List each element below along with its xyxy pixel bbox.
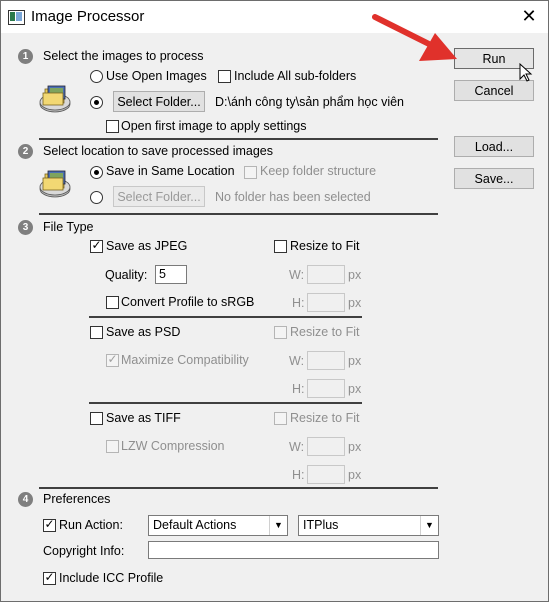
keep-folder-structure-label: Keep folder structure — [260, 164, 377, 178]
load-button[interactable]: Load... — [454, 136, 534, 157]
title-bar: Image Processor ✕ — [1, 1, 548, 33]
save-as-psd-label: Save as PSD — [106, 325, 181, 339]
filetype-divider — [89, 316, 362, 318]
jpeg-resize-checkbox[interactable] — [274, 240, 287, 253]
psd-height-unit: px — [348, 382, 362, 396]
tiff-width-unit: px — [348, 440, 362, 454]
open-first-image-label: Open first image to apply settings — [121, 119, 307, 133]
radio-selected-dot — [94, 100, 99, 105]
checkmark-icon: ✓ — [107, 352, 118, 366]
section4-title: Preferences — [43, 492, 111, 506]
convert-profile-label: Convert Profile to sRGB — [121, 295, 255, 309]
radio-selected-dot — [94, 170, 99, 175]
jpeg-width-label: W: — [289, 268, 305, 282]
folder-images-icon — [39, 85, 71, 113]
select-destination-radio[interactable] — [90, 191, 103, 204]
close-icon[interactable]: ✕ — [518, 5, 540, 27]
psd-width-unit: px — [348, 354, 362, 368]
select-folder-button[interactable]: Select Folder... — [113, 91, 205, 112]
jpeg-width-unit: px — [348, 268, 362, 282]
select-destination-button[interactable]: Select Folder... — [113, 186, 205, 207]
save-as-tiff-checkbox[interactable] — [90, 412, 103, 425]
copyright-input[interactable] — [148, 541, 439, 559]
section2-title: Select location to save processed images — [43, 144, 273, 158]
include-subfolders-checkbox[interactable] — [218, 70, 231, 83]
source-folder-path: D:\ánh công ty\sản phẩm học viên — [215, 95, 405, 109]
save-as-tiff-label: Save as TIFF — [106, 411, 181, 425]
quality-label: Quality: — [105, 268, 148, 282]
copyright-label: Copyright Info: — [43, 544, 125, 558]
lzw-compression-label: LZW Compression — [121, 439, 225, 453]
jpeg-height-unit: px — [348, 296, 362, 310]
select-folder-radio[interactable] — [90, 96, 103, 109]
image-processor-dialog: Image Processor ✕ Run Cancel Load... Sav… — [0, 0, 549, 602]
psd-height-label: H: — [292, 382, 305, 396]
action-set-value: Default Actions — [153, 518, 237, 532]
use-open-images-radio[interactable] — [90, 70, 103, 83]
psd-resize-label: Resize to Fit — [290, 325, 360, 339]
save-as-psd-checkbox[interactable] — [90, 326, 103, 339]
filetype-divider — [89, 402, 362, 404]
psd-resize-checkbox[interactable] — [274, 326, 287, 339]
section-divider — [39, 213, 438, 215]
open-first-image-checkbox[interactable] — [106, 120, 119, 133]
run-action-label: Run Action: — [59, 518, 123, 532]
section-divider — [39, 138, 438, 140]
maximize-compatibility-checkbox[interactable]: ✓ — [106, 352, 119, 367]
checkmark-icon: ✓ — [44, 517, 55, 531]
folder-save-icon — [39, 170, 71, 198]
lzw-compression-checkbox[interactable] — [106, 440, 119, 453]
action-set-dropdown[interactable]: Default Actions ▼ — [148, 515, 288, 536]
run-action-checkbox[interactable]: ✓ — [43, 517, 56, 532]
use-open-images-label: Use Open Images — [106, 69, 207, 83]
app-icon — [8, 10, 25, 25]
action-name-dropdown[interactable]: ITPlus ▼ — [298, 515, 439, 536]
save-as-jpeg-label: Save as JPEG — [106, 239, 188, 253]
step-badge-2: 2 — [18, 144, 33, 159]
section3-title: File Type — [43, 220, 94, 234]
save-same-location-radio[interactable] — [90, 166, 103, 179]
destination-folder-status: No folder has been selected — [215, 190, 371, 204]
step-badge-4: 4 — [18, 492, 33, 507]
jpeg-resize-label: Resize to Fit — [290, 239, 360, 253]
tiff-height-input[interactable] — [307, 465, 345, 484]
chevron-down-icon: ▼ — [420, 516, 438, 535]
include-icc-checkbox[interactable]: ✓ — [43, 570, 56, 585]
section-divider — [39, 487, 438, 489]
psd-width-label: W: — [289, 354, 305, 368]
checkmark-icon: ✓ — [44, 570, 55, 584]
window-title: Image Processor — [31, 8, 145, 25]
checkmark-icon: ✓ — [91, 238, 102, 252]
save-as-jpeg-checkbox[interactable]: ✓ — [90, 238, 103, 253]
jpeg-width-input[interactable] — [307, 265, 345, 284]
save-same-location-label: Save in Same Location — [106, 164, 235, 178]
chevron-down-icon: ▼ — [269, 516, 287, 535]
step-badge-3: 3 — [18, 220, 33, 235]
save-button[interactable]: Save... — [454, 168, 534, 189]
keep-folder-structure-checkbox[interactable] — [244, 166, 257, 179]
tiff-resize-checkbox[interactable] — [274, 412, 287, 425]
step-badge-1: 1 — [18, 49, 33, 64]
tiff-width-label: W: — [289, 440, 305, 454]
psd-height-input[interactable] — [307, 379, 345, 398]
quality-input[interactable]: 5 — [155, 265, 187, 284]
action-name-value: ITPlus — [303, 518, 339, 532]
tiff-height-unit: px — [348, 468, 362, 482]
include-icc-label: Include ICC Profile — [59, 571, 164, 585]
tiff-height-label: H: — [292, 468, 305, 482]
section1-title: Select the images to process — [43, 49, 204, 63]
jpeg-height-label: H: — [292, 296, 305, 310]
cancel-button[interactable]: Cancel — [454, 80, 534, 101]
tiff-width-input[interactable] — [307, 437, 345, 456]
include-subfolders-label: Include All sub-folders — [234, 69, 357, 83]
jpeg-height-input[interactable] — [307, 293, 345, 312]
convert-profile-checkbox[interactable] — [106, 296, 119, 309]
maximize-compatibility-label: Maximize Compatibility — [121, 353, 249, 367]
red-arrow-annotation — [372, 14, 457, 61]
mouse-cursor-icon — [519, 63, 533, 82]
psd-width-input[interactable] — [307, 351, 345, 370]
tiff-resize-label: Resize to Fit — [290, 411, 360, 425]
